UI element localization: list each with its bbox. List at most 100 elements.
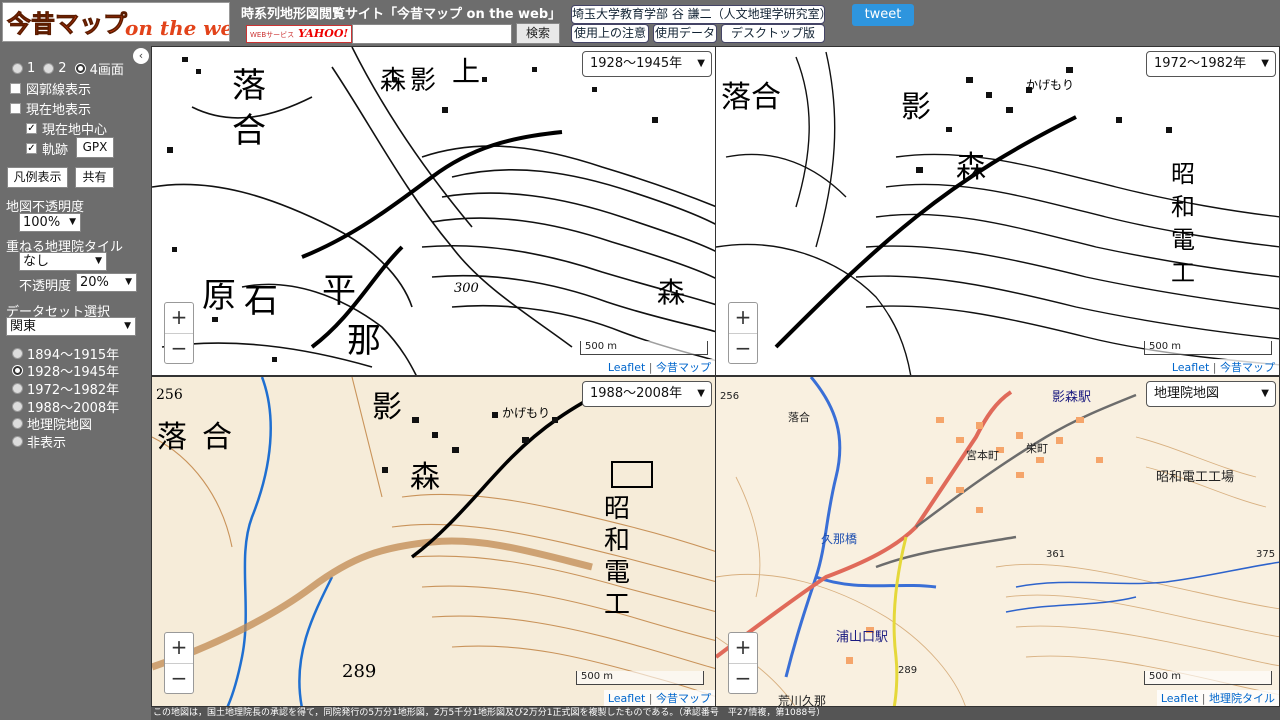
show-current-checkbox[interactable]: 現在地表示 [10, 99, 91, 118]
station-label: 浦山口駅 [836, 630, 888, 645]
map-label: 和 [1171, 193, 1195, 221]
zoom-out-button[interactable]: − [729, 333, 757, 363]
yahoo-badge[interactable]: WEBサービス YAHOO! [246, 25, 352, 43]
sidebar: ‹ 1 2 4画面 図郭線表示 現在地表示 ✓ 現在地中心 ✓ 軌跡 GPX 凡例表… [0, 46, 151, 720]
era-select-panel-1[interactable]: 1928～1945年 ▼ [582, 51, 712, 77]
map-label: 電 [604, 558, 630, 588]
layout-option-1[interactable]: 1 [12, 61, 35, 76]
era-select-panel-4[interactable]: 地理院地図 ▼ [1146, 381, 1276, 407]
overlay-opacity-label: 不透明度 [19, 279, 72, 294]
station-label: 影森駅 [1052, 390, 1091, 405]
layout-option-2[interactable]: 2 [43, 61, 67, 76]
era-option[interactable]: 1972～1982年 [12, 379, 119, 398]
leaflet-link[interactable]: Leaflet [608, 361, 645, 374]
zoom-out-button[interactable]: − [729, 663, 757, 693]
source-link[interactable]: 今昔マップ [1220, 361, 1275, 374]
tweet-button[interactable]: tweet [852, 4, 914, 26]
map-label: 工 [1171, 259, 1195, 287]
chevron-down-icon: ▼ [697, 388, 705, 399]
map-label: 289 [898, 665, 917, 676]
map-panel-4[interactable]: 影森駅 宮本町 栄町 昭和電工工場 久那橋 浦山口駅 荒川久那 落合 361 3… [715, 376, 1280, 707]
attribution: Leaflet | 今昔マップ [1167, 359, 1279, 375]
map-label: 石 [244, 281, 278, 321]
chevron-down-icon: ▼ [95, 256, 102, 266]
leaflet-link[interactable]: Leaflet [1161, 692, 1198, 705]
data-used-button[interactable]: 使用データ [653, 24, 717, 43]
author-link[interactable]: 埼玉大学教育学部 谷 謙二（人文地理学研究室） [571, 5, 832, 24]
source-link[interactable]: 今昔マップ [656, 361, 711, 374]
collapse-sidebar-icon[interactable]: ‹ [133, 48, 149, 64]
map-label: かげもり [1026, 78, 1074, 92]
dataset-select[interactable]: 関東 ▼ [6, 317, 136, 336]
map-label: 落合 [721, 80, 781, 115]
radio-icon [12, 348, 23, 359]
search-input[interactable] [352, 24, 512, 44]
zoom-in-button[interactable]: + [165, 633, 193, 663]
map-label: 平 [322, 271, 356, 311]
map-label: 工 [604, 590, 630, 620]
zoom-in-button[interactable]: + [729, 303, 757, 333]
layout-radio-group: 1 2 4画面 [12, 59, 124, 78]
attribution: Leaflet | 今昔マップ [603, 359, 715, 375]
share-button[interactable]: 共有 [75, 167, 114, 188]
map-canvas[interactable]: 落合 影 森 昭 和 電 工 かげもり [716, 47, 1280, 376]
radio-icon [43, 63, 55, 74]
desktop-version-button[interactable]: デスクトップ版 [721, 24, 825, 43]
map-label: 昭 [1171, 160, 1195, 188]
map-label: 合 [202, 420, 232, 455]
zoom-out-button[interactable]: − [165, 663, 193, 693]
overlay-opacity-select[interactable]: 20% ▼ [76, 273, 137, 292]
map-canvas[interactable]: 落 合 森 影 上 原 石 平 那 森 300 [152, 47, 716, 376]
era-option[interactable]: 非表示 [12, 432, 66, 451]
legend-button[interactable]: 凡例表示 [7, 167, 68, 188]
opacity-select[interactable]: 100% ▼ [19, 213, 81, 232]
map-label: 荒川久那 [778, 694, 826, 707]
map-label: 久那橋 [821, 532, 857, 546]
map-label: 256 [720, 391, 739, 402]
zoom-in-button[interactable]: + [165, 303, 193, 333]
usage-notes-button[interactable]: 使用上の注意 [571, 24, 649, 43]
map-label: 原 [202, 276, 236, 316]
map-panel-2[interactable]: 落合 影 森 昭 和 電 工 かげもり 1972～1982年 ▼ + − 500 m… [715, 46, 1280, 376]
search-button[interactable]: 検索 [516, 23, 560, 44]
svg-text:on the web: on the web [125, 16, 229, 40]
era-select-panel-2[interactable]: 1972～1982年 ▼ [1146, 51, 1276, 77]
map-panel-3[interactable]: 落 合 影 森 昭 和 電 工 かげもり 256 289 1988～2008年 ▼… [151, 376, 716, 707]
scale-bar: 500 m [1144, 341, 1272, 355]
show-grid-checkbox[interactable]: 図郭線表示 [10, 79, 91, 98]
map-label: 合 [232, 111, 266, 151]
attribution: Leaflet | 今昔マップ [603, 690, 715, 706]
overlay-select[interactable]: なし ▼ [19, 252, 107, 271]
site-title: 時系列地形図閲覧サイト「今昔マップ on the web」 [241, 7, 562, 22]
svg-text:今昔マップ: 今昔マップ [7, 10, 128, 38]
map-label: 和 [604, 526, 630, 556]
scale-bar: 500 m [576, 671, 704, 685]
map-label: 上 [452, 55, 480, 88]
map-label: 宮本町 [966, 448, 999, 462]
track-checkbox[interactable]: ✓ 軌跡 [26, 139, 68, 158]
radio-icon [12, 436, 23, 447]
gpx-button[interactable]: GPX [76, 137, 114, 158]
layout-option-4[interactable]: 4画面 [74, 59, 124, 78]
map-label: 昭和電工工場 [1156, 470, 1234, 485]
map-canvas[interactable]: 影森駅 宮本町 栄町 昭和電工工場 久那橋 浦山口駅 荒川久那 落合 361 3… [716, 377, 1280, 707]
era-option-selected[interactable]: 1928～1945年 [12, 361, 119, 380]
site-logo[interactable]: 今昔マップ on the web [2, 2, 230, 42]
zoom-control: + − [728, 632, 758, 694]
zoom-in-button[interactable]: + [729, 633, 757, 663]
chevron-down-icon: ▼ [69, 217, 76, 227]
map-label: 256 [156, 387, 183, 403]
source-link[interactable]: 地理院タイル [1209, 692, 1275, 705]
map-canvas[interactable]: 落 合 影 森 昭 和 電 工 かげもり 256 289 [152, 377, 716, 707]
source-link[interactable]: 今昔マップ [656, 692, 711, 705]
era-option[interactable]: 地理院地図 [12, 414, 92, 433]
scale-bar: 500 m [580, 341, 708, 355]
leaflet-link[interactable]: Leaflet [1172, 361, 1209, 374]
era-select-panel-3[interactable]: 1988～2008年 ▼ [582, 381, 712, 407]
map-panel-1[interactable]: 落 合 森 影 上 原 石 平 那 森 300 1928～1945年 ▼ + − 5… [151, 46, 716, 376]
leaflet-link[interactable]: Leaflet [608, 692, 645, 705]
center-current-checkbox[interactable]: ✓ 現在地中心 [26, 119, 107, 138]
radio-selected-icon [12, 365, 23, 376]
zoom-out-button[interactable]: − [165, 333, 193, 363]
map-label: 森 [956, 150, 986, 185]
